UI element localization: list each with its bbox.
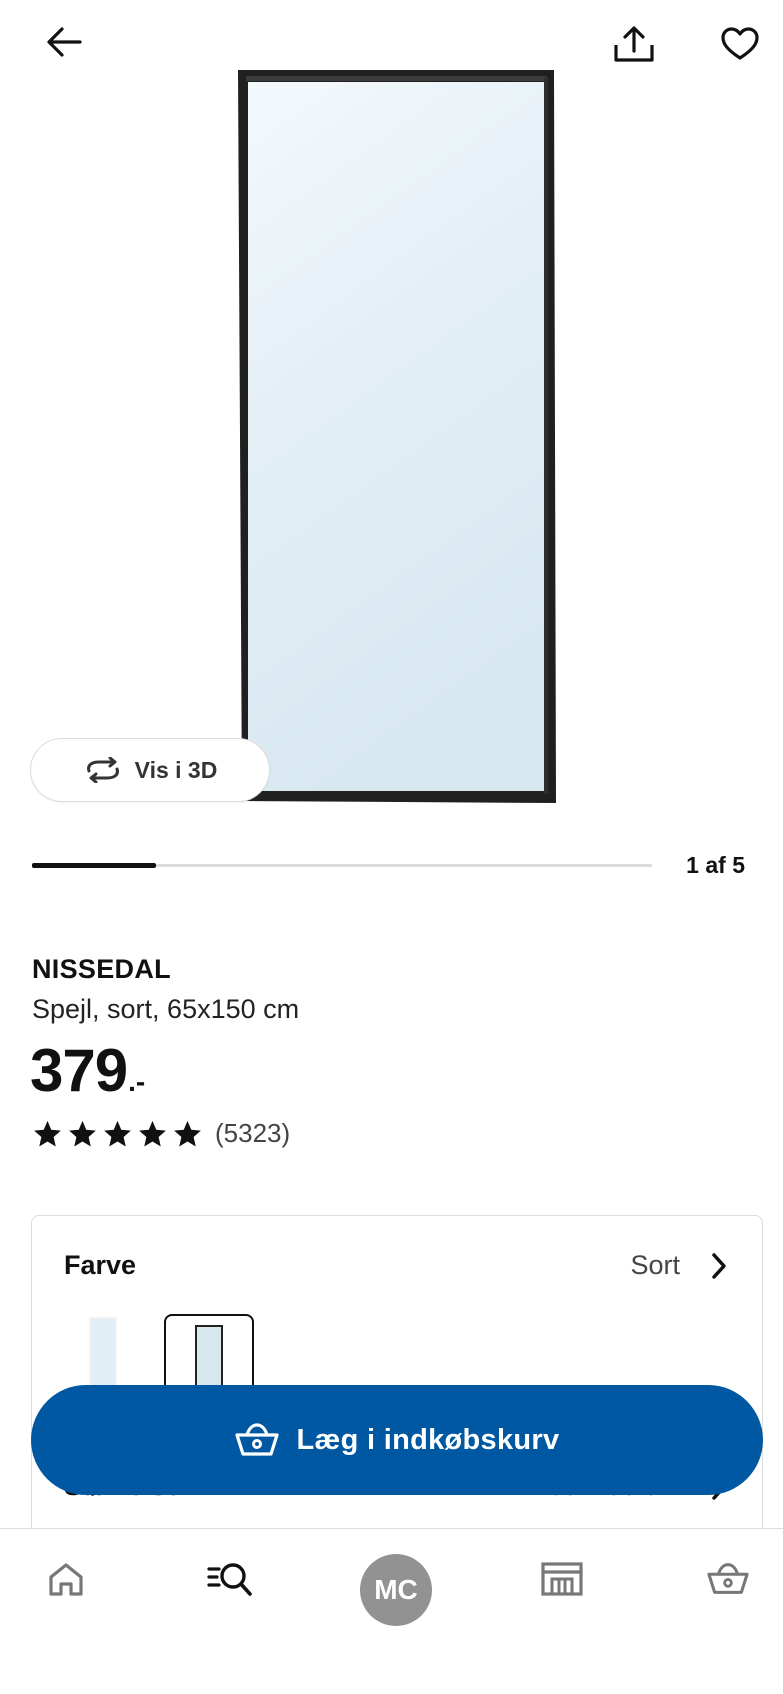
search-icon xyxy=(207,1563,252,1596)
product-name: NISSEDAL xyxy=(32,954,171,984)
gallery-page-counter: 1 af 5 xyxy=(686,852,745,878)
rotate-3d-icon xyxy=(86,757,119,783)
nav-home[interactable] xyxy=(26,1529,106,1629)
review-count: (5323) xyxy=(215,1118,291,1148)
product-rating[interactable]: (5323) xyxy=(32,1118,290,1149)
color-label: Farve xyxy=(64,1250,137,1280)
star-icon xyxy=(174,1120,201,1146)
rating-stars xyxy=(32,1119,203,1149)
price-value: 379 xyxy=(30,1037,128,1104)
home-icon xyxy=(49,1563,83,1596)
star-icon xyxy=(69,1120,96,1146)
star-icon xyxy=(139,1120,166,1146)
color-option-row[interactable]: Farve Sort xyxy=(64,1250,730,1281)
chevron-right-icon xyxy=(712,1252,726,1279)
nav-profile[interactable]: MC xyxy=(356,1529,436,1629)
store-icon xyxy=(541,1562,583,1596)
price-suffix: .- xyxy=(128,1066,146,1097)
view-in-3d-label: Vis i 3D xyxy=(134,756,218,783)
color-swatch-white[interactable] xyxy=(82,1316,122,1396)
gallery-progress-bar xyxy=(32,863,652,868)
bottom-navigation: MC xyxy=(0,1528,783,1694)
add-to-cart-label: Læg i indkøbskurv xyxy=(296,1423,560,1456)
profile-avatar: MC xyxy=(360,1554,432,1626)
product-image[interactable] xyxy=(236,68,558,803)
product-description: Spejl, sort, 65x150 cm xyxy=(32,994,300,1024)
share-icon xyxy=(614,26,654,62)
arrow-left-icon xyxy=(47,27,82,57)
back-button[interactable] xyxy=(36,18,92,66)
product-price: 379 .- xyxy=(30,1036,145,1105)
nav-stores[interactable] xyxy=(522,1529,602,1629)
gallery-progress-fill xyxy=(32,863,156,868)
nav-search[interactable] xyxy=(190,1529,270,1629)
star-icon xyxy=(34,1120,61,1146)
favorite-button[interactable] xyxy=(712,18,768,70)
add-to-cart-button[interactable]: Læg i indkøbskurv xyxy=(31,1385,763,1495)
view-in-3d-button[interactable]: Vis i 3D xyxy=(30,738,270,802)
basket-icon xyxy=(234,1423,279,1456)
heart-icon xyxy=(721,27,759,60)
nav-cart[interactable] xyxy=(688,1529,768,1629)
share-button[interactable] xyxy=(606,18,662,70)
color-value: Sort xyxy=(630,1250,680,1280)
mirror-illustration xyxy=(238,70,556,803)
star-icon xyxy=(104,1120,131,1146)
swatch-mirror-image xyxy=(89,1317,117,1396)
cart-icon xyxy=(707,1563,749,1594)
